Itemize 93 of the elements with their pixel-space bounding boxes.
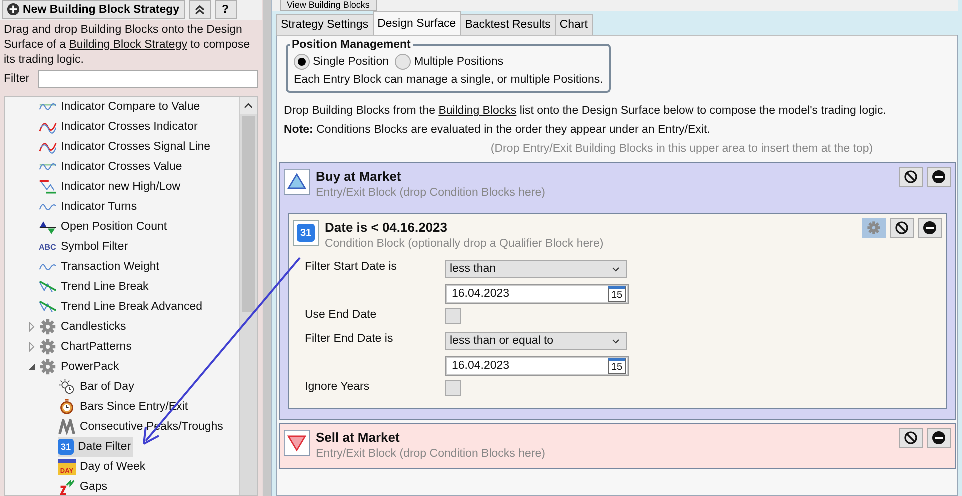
tree-item[interactable]: Indicator new High/Low [39, 177, 183, 197]
tree-item[interactable]: Gaps [58, 477, 110, 495]
text-icon: ABC [39, 239, 57, 255]
calendar-picker-icon[interactable]: 15 [608, 286, 626, 302]
tree-item[interactable]: PowerPack [39, 357, 122, 377]
gear-icon [39, 339, 57, 355]
tree-item[interactable]: 31 Date Filter [58, 437, 134, 457]
disable-button[interactable] [890, 218, 914, 238]
gear-icon [39, 319, 57, 335]
radio-option[interactable]: Single Position [294, 54, 390, 70]
prohibit-icon [895, 221, 909, 235]
stopwatch-icon [58, 399, 76, 415]
gear-icon [39, 359, 57, 375]
new-strategy-button[interactable]: New Building Block Strategy [2, 0, 185, 19]
tree-item[interactable]: Trend Line Break Advanced [39, 297, 204, 317]
tree-item[interactable]: ABC Symbol Filter [39, 237, 130, 257]
radio-button[interactable] [395, 54, 412, 70]
high-low-icon [39, 179, 57, 195]
drop-hint: (Drop Entry/Exit Building Blocks in this upper area to insert them at the top) [490, 142, 874, 157]
prohibit-icon [904, 170, 918, 184]
tab[interactable]: Backtest Results [460, 14, 556, 35]
scroll-up-icon[interactable] [244, 102, 253, 108]
gaps-icon [58, 479, 76, 495]
minus-circle-icon [923, 221, 937, 235]
tree-item[interactable]: Candlesticks [39, 317, 128, 337]
calendar-picker-icon[interactable]: 15 [608, 358, 626, 374]
block-title: Buy at Market [316, 168, 402, 185]
plus-icon [7, 3, 20, 16]
tree-item[interactable]: Trend Line Break [39, 277, 151, 297]
position-note: Each Entry Block can manage a single, or multiple Positions. [294, 73, 604, 88]
chevron-down-icon [612, 338, 620, 344]
condition-title: Date is < 04.16.2023 [325, 219, 449, 236]
building-blocks-link[interactable]: Building Blocks [438, 105, 517, 117]
field-label: Ignore Years [305, 381, 370, 393]
tree-item[interactable]: Indicator Turns [39, 197, 140, 217]
condition-subtitle: Condition Block (optionally drop a Qualifier Block here) [325, 237, 605, 252]
view-building-blocks-button[interactable]: View Building Blocks [280, 0, 377, 11]
tree-item[interactable]: Open Position Count [39, 217, 170, 237]
description-text: Drag and drop Building Blocks onto the Design Surface of a Building Block Strategy to compose its trading logic. [4, 23, 252, 68]
strategy-link[interactable]: Building Block Strategy [69, 39, 188, 51]
field-label: Use End Date [305, 309, 377, 321]
minus-circle-icon [932, 170, 946, 184]
tab[interactable]: Design Surface [372, 11, 462, 35]
remove-button[interactable] [918, 218, 942, 238]
calendar-icon: 31 [58, 439, 74, 455]
checkbox[interactable] [445, 308, 461, 324]
tab[interactable]: Strategy Settings [276, 14, 374, 35]
group-title: Position Management [291, 39, 412, 51]
radio-option[interactable]: Multiple Positions [395, 54, 504, 70]
expand-arrow-icon[interactable] [28, 342, 36, 352]
dropdown[interactable]: less than [445, 260, 627, 278]
tab[interactable]: Chart [554, 14, 593, 35]
date-field[interactable]: 16.04.2023 15 [445, 284, 629, 304]
tree-item[interactable]: Indicator Compare to Value [39, 97, 202, 117]
dropdown[interactable]: less than or equal to [445, 332, 627, 350]
collapse-arrow-icon[interactable] [28, 362, 36, 372]
instructions-text: Drop Building Blocks from the Building Blocks list onto the Design Surface below to compose the model's trading logic. [283, 104, 888, 119]
tree-item[interactable]: Indicator Crosses Signal Line [39, 137, 213, 157]
block-title: Sell at Market [316, 429, 401, 446]
calendar-icon: 31 [293, 220, 319, 246]
trend-line-icon [39, 299, 57, 315]
note-text: Note: Conditions Blocks are evaluated in the order they appear under an Entry/Exit. [283, 123, 712, 138]
date-field[interactable]: 16.04.2023 15 [445, 356, 629, 376]
minus-circle-icon [932, 431, 946, 445]
field-label: Filter Start Date is [305, 261, 398, 273]
checkbox[interactable] [445, 380, 461, 396]
collapse-button[interactable] [188, 0, 211, 19]
block-subtitle: Entry/Exit Block (drop Condition Blocks here) [316, 447, 546, 462]
trend-line-icon [39, 279, 57, 295]
triangles-icon [39, 219, 57, 235]
prohibit-icon [904, 431, 918, 445]
scrollbar[interactable] [239, 97, 257, 495]
tree-item[interactable]: Indicator Crosses Value [39, 157, 184, 177]
filter-field[interactable] [38, 70, 258, 88]
tree-item[interactable]: Bar of Day [58, 377, 136, 397]
disable-button[interactable] [899, 428, 923, 448]
tree-item[interactable]: Transaction Weight [39, 257, 162, 277]
block-subtitle: Entry/Exit Block (drop Condition Blocks here) [316, 186, 546, 201]
help-button[interactable]: ? [214, 0, 237, 19]
peaks-icon [58, 419, 76, 435]
expand-arrow-icon[interactable] [28, 322, 36, 332]
sun-clock-icon [58, 379, 76, 395]
tree-item[interactable]: ChartPatterns [39, 337, 134, 357]
disable-button[interactable] [899, 167, 923, 187]
tree-item[interactable]: Indicator Crosses Indicator [39, 117, 200, 137]
radio-button-selected[interactable] [294, 54, 310, 70]
field-label: Filter End Date is [305, 333, 394, 345]
gear-icon [867, 220, 881, 236]
remove-button[interactable] [927, 428, 951, 448]
double-chevron-up-icon [194, 4, 205, 14]
chevron-down-icon [612, 266, 620, 272]
remove-button[interactable] [927, 167, 951, 187]
filter-label: Filter [4, 73, 30, 85]
